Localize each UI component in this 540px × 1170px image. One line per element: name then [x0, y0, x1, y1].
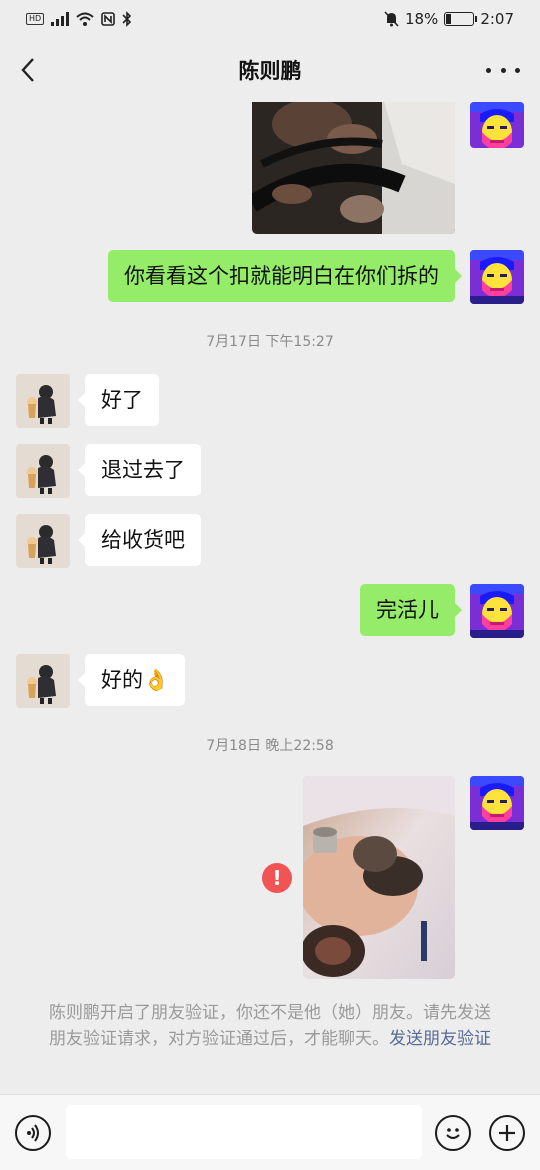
photo-image [303, 776, 455, 979]
contact-avatar-image [16, 654, 70, 708]
hd-badge: HD [26, 13, 45, 25]
status-left: HD [26, 11, 132, 27]
more-icon [486, 67, 491, 73]
my-avatar-image [470, 250, 524, 304]
back-button[interactable] [14, 54, 46, 86]
mute-bell-icon [384, 11, 399, 27]
chat-title: 陈则鹏 [238, 59, 302, 83]
contact-avatar-image [16, 374, 70, 428]
message-bubble-out[interactable]: 完活儿 [360, 584, 462, 636]
system-notice: 陈则鹏开启了朋友验证，你还不是他（她）朋友。请先发送朋友验证请求，对方验证通过后… [44, 1000, 496, 1052]
input-bar [0, 1094, 540, 1170]
my-avatar-image [470, 102, 524, 148]
my-avatar-image [470, 584, 524, 638]
message-bubble-in[interactable]: 好的👌 [77, 654, 186, 706]
photo-message[interactable] [303, 776, 455, 979]
nfc-icon [101, 12, 115, 26]
signal-icon [51, 12, 70, 26]
my-avatar[interactable] [470, 776, 524, 830]
timestamp: 7月18日 晚上22:58 [206, 738, 334, 754]
voice-button[interactable] [15, 1115, 51, 1151]
emoji-button[interactable] [435, 1115, 471, 1151]
message-bubble-out[interactable]: 你看看这个扣就能明白在你们拆的 [108, 250, 462, 302]
status-bar: HD 18% 2:07 [0, 0, 540, 38]
more-button[interactable] [486, 58, 520, 82]
message-input[interactable] [66, 1105, 422, 1159]
back-icon [21, 58, 34, 82]
my-avatar[interactable] [470, 250, 524, 304]
voice-icon [27, 1124, 39, 1142]
clock: 2:07 [480, 10, 514, 28]
contact-avatar-image [16, 514, 70, 568]
contact-avatar[interactable] [16, 514, 70, 568]
message-bubble-in[interactable]: 退过去了 [78, 444, 201, 496]
contact-avatar[interactable] [16, 374, 70, 428]
contact-avatar-image [16, 444, 70, 498]
timestamp: 7月17日 下午15:27 [206, 334, 334, 350]
my-avatar[interactable] [470, 584, 524, 638]
wifi-icon [76, 12, 94, 26]
message-bubble-in[interactable]: 给收货吧 [78, 514, 201, 566]
photo-image [252, 102, 455, 234]
message-bubble-in[interactable]: 好了 [78, 374, 159, 426]
status-right: 18% 2:07 [384, 10, 514, 28]
my-avatar[interactable] [470, 102, 524, 148]
plus-button[interactable] [489, 1115, 525, 1151]
error-icon[interactable]: ! [262, 863, 292, 893]
plus-icon [499, 1125, 515, 1141]
contact-avatar[interactable] [16, 444, 70, 498]
send-verification-link[interactable]: 发送朋友验证 [389, 1029, 491, 1049]
photo-message[interactable] [252, 102, 455, 234]
my-avatar-image [470, 776, 524, 830]
bluetooth-icon [122, 11, 132, 27]
chat-header: 陈则鹏 [0, 38, 540, 102]
chat-area[interactable]: 你看看这个扣就能明白在你们拆的 7月17日 下午15:27 好了 退过去了 给收… [0, 102, 540, 1092]
emoji-icon [446, 1128, 460, 1139]
battery-percent: 18% [404, 10, 439, 28]
contact-avatar[interactable] [16, 654, 70, 708]
battery-icon [444, 12, 478, 26]
